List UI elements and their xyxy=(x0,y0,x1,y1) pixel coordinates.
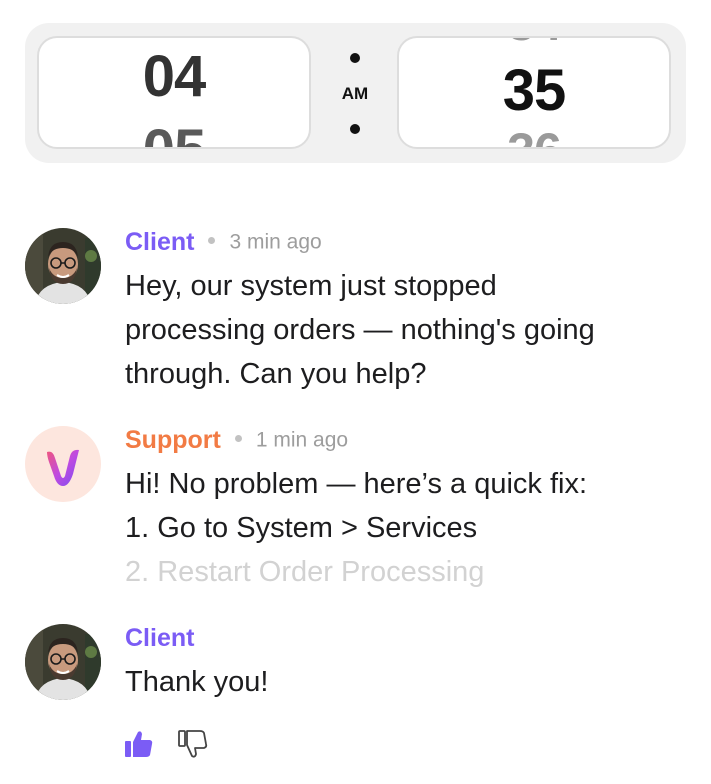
thumbs-down-icon xyxy=(178,730,208,758)
timestamp: 1 min ago xyxy=(255,428,349,452)
message-meta: Client xyxy=(125,624,194,658)
hour-wheel[interactable]: 04 05 xyxy=(37,36,311,149)
client-avatar-icon xyxy=(25,624,101,700)
meta-dot xyxy=(208,237,216,244)
hour-next: 05 xyxy=(39,120,309,148)
author-name: Support xyxy=(125,426,221,454)
hour-current: 04 xyxy=(142,44,207,109)
meta-dot xyxy=(234,435,242,442)
message-line: through. Can you help? xyxy=(125,358,427,390)
minute-next: 36 xyxy=(399,123,669,147)
message-meta: Support 1 min ago xyxy=(125,426,348,460)
message-line: 2. Restart Order Processing xyxy=(125,556,485,588)
message-body: Hey, our system just stopped processing … xyxy=(125,264,685,396)
minute-previous: 34 xyxy=(399,38,669,51)
thumbs-down-button[interactable] xyxy=(177,728,209,760)
thumbs-up-icon xyxy=(125,731,153,757)
timestamp: 3 min ago xyxy=(229,230,322,254)
author-name: Client xyxy=(125,228,195,256)
separator-dot xyxy=(350,53,360,63)
message-meta: Client 3 min ago xyxy=(125,228,322,262)
message-body: Thank you! xyxy=(125,660,685,704)
thumbs-up-button[interactable] xyxy=(123,728,155,760)
separator-dot xyxy=(350,124,360,134)
message-line: Hey, our system just stopped xyxy=(125,270,497,302)
time-picker: 04 05 AM 34 35 36 xyxy=(25,23,686,163)
avatar xyxy=(25,228,101,304)
message-line: Thank you! xyxy=(125,666,269,698)
minute-wheel[interactable]: 34 35 36 xyxy=(397,36,671,149)
support-logo-icon xyxy=(47,449,79,486)
avatar xyxy=(25,426,101,502)
message-body: Hi! No problem — here’s a quick fix: 1. … xyxy=(125,462,685,594)
minute-current: 35 xyxy=(502,58,567,123)
am-pm-label[interactable]: AM xyxy=(325,84,385,104)
message-line: Hi! No problem — here’s a quick fix: xyxy=(125,468,588,500)
client-avatar-icon xyxy=(25,228,101,304)
message-line: 1. Go to System > Services xyxy=(125,512,478,544)
time-separator: AM xyxy=(325,23,385,163)
message-line: processing orders — nothing's going xyxy=(125,314,595,346)
avatar xyxy=(25,624,101,700)
author-name: Client xyxy=(125,624,195,652)
